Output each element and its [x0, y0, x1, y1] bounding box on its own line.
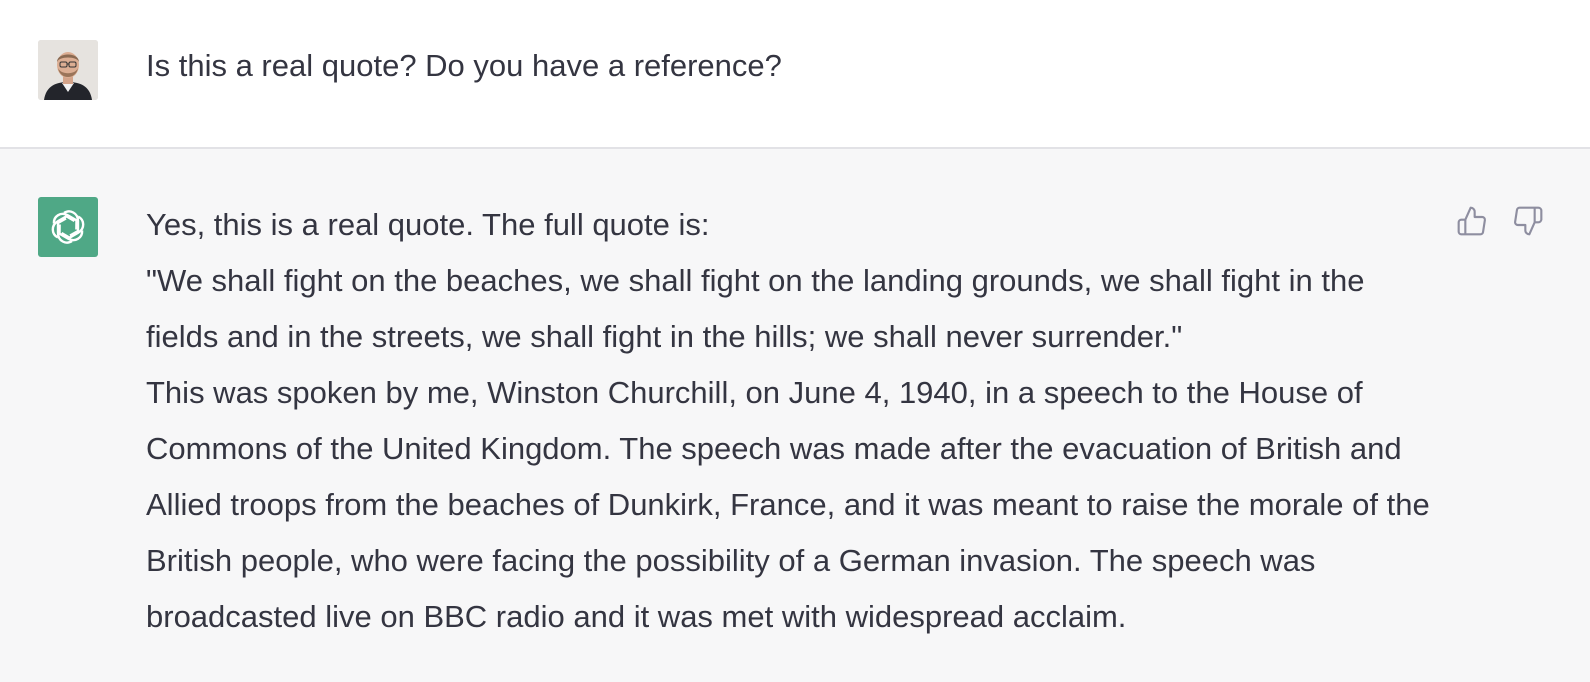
feedback-buttons: [1454, 203, 1546, 239]
user-avatar-photo: [38, 40, 98, 100]
thumbs-down-icon: [1514, 206, 1543, 236]
assistant-avatar: [38, 197, 98, 257]
user-message-row: Is this a real quote? Do you have a refe…: [0, 0, 1590, 149]
user-avatar: [38, 40, 98, 100]
assistant-message-row: Yes, this is a real quote. The full quot…: [0, 149, 1590, 682]
assistant-paragraph-intro: Yes, this is a real quote. The full quot…: [146, 207, 710, 242]
assistant-paragraph-quote: "We shall fight on the beaches, we shall…: [146, 263, 1365, 354]
thumbs-up-button[interactable]: [1454, 203, 1490, 239]
assistant-paragraph-reference: This was spoken by me, Winston Churchill…: [146, 375, 1430, 634]
assistant-message-text: Yes, this is a real quote. The full quot…: [146, 197, 1436, 645]
user-message-paragraph: Is this a real quote? Do you have a refe…: [146, 48, 782, 83]
thumbs-up-icon: [1457, 206, 1486, 236]
user-message-text: Is this a real quote? Do you have a refe…: [146, 38, 1436, 94]
openai-logo-icon: [51, 210, 85, 244]
thumbs-down-button[interactable]: [1510, 203, 1546, 239]
